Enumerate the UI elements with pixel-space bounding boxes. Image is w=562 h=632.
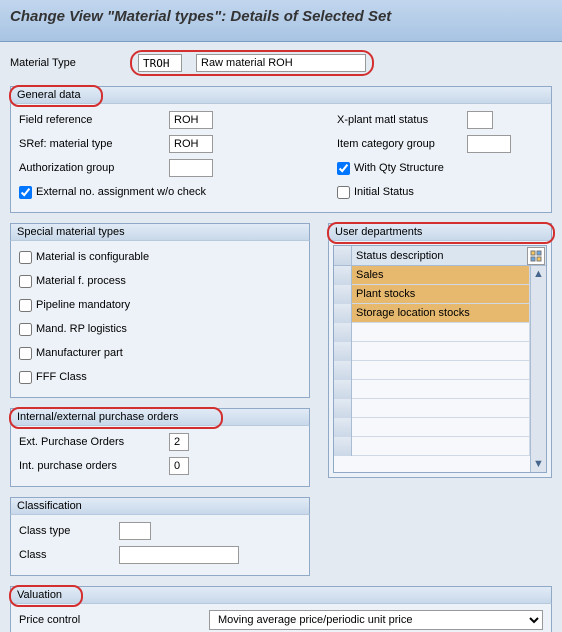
panel-purchase-orders: Internal/external purchase orders Ext. P…	[10, 408, 310, 487]
xplant-status-label: X-plant matl status	[337, 114, 467, 126]
class-type-input[interactable]	[119, 522, 151, 540]
table-row[interactable]	[334, 342, 546, 361]
row-selector[interactable]	[334, 361, 352, 380]
status-description-cell[interactable]	[352, 342, 530, 360]
page-title: Change View "Material types": Details of…	[10, 8, 552, 25]
with-qty-structure-checkbox[interactable]	[337, 162, 350, 175]
status-description-cell[interactable]: Sales	[352, 266, 530, 284]
ext-purchase-orders-input[interactable]	[169, 433, 189, 451]
initial-status-checkbox[interactable]	[337, 186, 350, 199]
pipeline-mandatory-label: Pipeline mandatory	[36, 299, 130, 311]
panel-special-material-types: Special material types Material is confi…	[10, 223, 310, 398]
table-settings-icon[interactable]	[527, 247, 545, 265]
panel-valuation: Valuation Price control Moving average p…	[10, 586, 552, 632]
scrollbar[interactable]: ▲ ▼	[530, 266, 546, 472]
material-type-desc-input[interactable]	[196, 54, 366, 72]
row-selector[interactable]	[334, 380, 352, 399]
authorization-group-input[interactable]	[169, 159, 213, 177]
table-row[interactable]	[334, 437, 546, 456]
material-f-process-label: Material f. process	[36, 275, 126, 287]
user-departments-header: User departments	[328, 223, 552, 241]
material-configurable-checkbox[interactable]	[19, 251, 32, 264]
price-control-label: Price control	[19, 614, 209, 626]
table-row[interactable]	[334, 399, 546, 418]
fff-class-checkbox[interactable]	[19, 371, 32, 384]
mand-rp-logistics-checkbox[interactable]	[19, 323, 32, 336]
table-row[interactable]	[334, 361, 546, 380]
table-row[interactable]	[334, 418, 546, 437]
field-reference-label: Field reference	[19, 114, 169, 126]
material-configurable-label: Material is configurable	[36, 251, 149, 263]
row-selector[interactable]	[334, 342, 352, 361]
sref-material-type-input[interactable]	[169, 135, 213, 153]
with-qty-structure-label: With Qty Structure	[354, 162, 444, 174]
item-category-group-input[interactable]	[467, 135, 511, 153]
material-f-process-checkbox[interactable]	[19, 275, 32, 288]
class-label: Class	[19, 549, 119, 561]
row-selector[interactable]	[334, 266, 352, 285]
table-row[interactable]	[334, 380, 546, 399]
status-description-cell[interactable]	[352, 418, 530, 436]
table-row[interactable]: Plant stocks	[334, 285, 546, 304]
row-selector[interactable]	[334, 304, 352, 323]
price-control-select[interactable]: Moving average price/periodic unit price	[209, 610, 543, 630]
row-selector[interactable]	[334, 323, 352, 342]
status-description-cell[interactable]	[352, 437, 530, 455]
class-input[interactable]	[119, 546, 239, 564]
table-row[interactable]: Storage location stocks	[334, 304, 546, 323]
row-selector[interactable]	[334, 418, 352, 437]
status-description-cell[interactable]	[352, 399, 530, 417]
status-description-cell[interactable]: Storage location stocks	[352, 304, 530, 322]
external-no-label: External no. assignment w/o check	[36, 186, 206, 198]
manufacturer-part-checkbox[interactable]	[19, 347, 32, 360]
external-no-checkbox[interactable]	[19, 186, 32, 199]
panel-user-departments: User departments Status description Sale…	[328, 223, 552, 478]
status-description-column-header[interactable]: Status description	[352, 250, 527, 262]
row-selector[interactable]	[334, 437, 352, 456]
valuation-header: Valuation	[10, 586, 552, 604]
ext-purchase-orders-label: Ext. Purchase Orders	[19, 436, 169, 448]
material-type-label: Material Type	[10, 57, 130, 69]
fff-class-label: FFF Class	[36, 371, 87, 383]
pipeline-mandatory-checkbox[interactable]	[19, 299, 32, 312]
row-selector[interactable]	[334, 285, 352, 304]
purchase-orders-header: Internal/external purchase orders	[10, 408, 310, 426]
table-row[interactable]: Sales	[334, 266, 546, 285]
special-material-types-header: Special material types	[10, 223, 310, 241]
panel-classification: Classification Class type Class	[10, 497, 310, 576]
table-row[interactable]	[334, 323, 546, 342]
status-description-cell[interactable]: Plant stocks	[352, 285, 530, 303]
row-selector-header	[334, 246, 352, 265]
class-type-label: Class type	[19, 525, 119, 537]
authorization-group-label: Authorization group	[19, 162, 169, 174]
int-purchase-orders-input[interactable]	[169, 457, 189, 475]
panel-general-data: General data Field reference SRef: mater…	[10, 86, 552, 213]
status-description-cell[interactable]	[352, 361, 530, 379]
classification-header: Classification	[10, 497, 310, 515]
initial-status-label: Initial Status	[354, 186, 414, 198]
row-selector[interactable]	[334, 399, 352, 418]
mand-rp-logistics-label: Mand. RP logistics	[36, 323, 127, 335]
manufacturer-part-label: Manufacturer part	[36, 347, 123, 359]
material-type-code-input[interactable]	[138, 54, 182, 72]
user-departments-table: Status description SalesPlant stocksStor…	[333, 245, 547, 473]
scroll-up-icon[interactable]: ▲	[532, 267, 546, 281]
material-type-group	[130, 50, 374, 76]
item-category-group-label: Item category group	[337, 138, 467, 150]
sref-material-type-label: SRef: material type	[19, 138, 169, 150]
field-reference-input[interactable]	[169, 111, 213, 129]
status-description-cell[interactable]	[352, 380, 530, 398]
xplant-status-input[interactable]	[467, 111, 493, 129]
general-data-header: General data	[10, 86, 552, 104]
status-description-cell[interactable]	[352, 323, 530, 341]
int-purchase-orders-label: Int. purchase orders	[19, 460, 169, 472]
scroll-down-icon[interactable]: ▼	[532, 457, 546, 471]
